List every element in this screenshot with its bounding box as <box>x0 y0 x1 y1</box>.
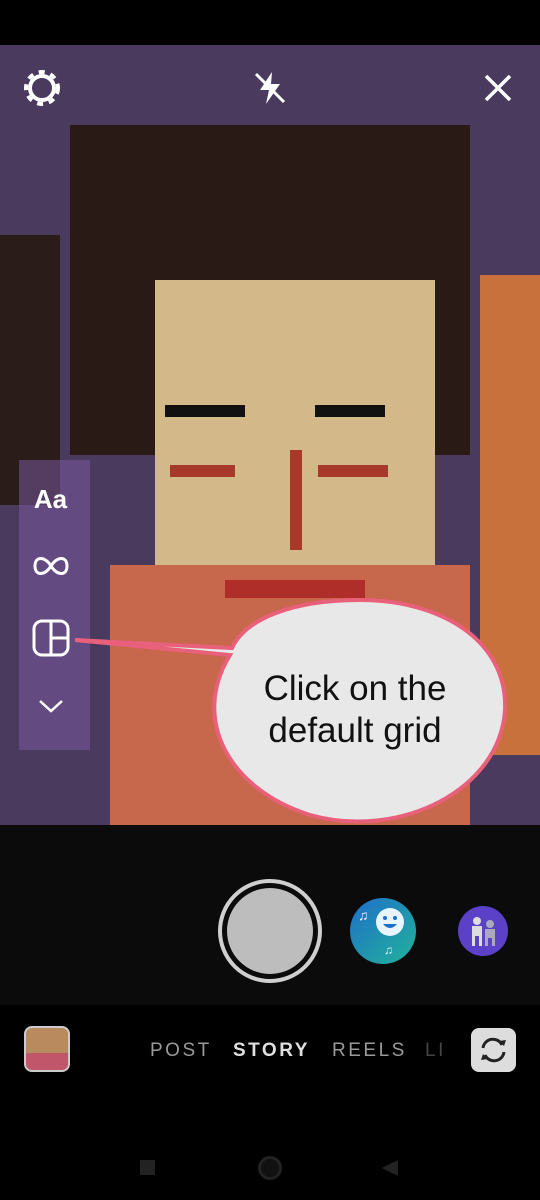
music-smile-icon[interactable]: ♫ ♫ <box>350 898 416 964</box>
circle-icon[interactable] <box>258 1156 282 1180</box>
flip-camera-icon[interactable] <box>471 1028 516 1072</box>
gallery-thumbnail[interactable] <box>24 1026 70 1072</box>
callout-bubble <box>74 597 508 824</box>
callout-text: Click on the default grid <box>230 668 480 752</box>
mode-story[interactable]: STORY <box>233 1040 310 1062</box>
square-icon[interactable] <box>140 1160 155 1175</box>
callout-line-2: default grid <box>268 711 442 750</box>
svg-text:♫: ♫ <box>358 907 369 923</box>
mode-reels[interactable]: REELS <box>332 1040 407 1062</box>
callout-line-1: Click on the <box>263 669 447 708</box>
mode-post[interactable]: POST <box>150 1040 212 1062</box>
mode-live[interactable]: LI <box>425 1040 446 1062</box>
svg-text:♫: ♫ <box>384 943 393 957</box>
shutter-button[interactable] <box>218 879 322 983</box>
dancers-icon[interactable] <box>458 906 508 956</box>
triangle-back-icon[interactable] <box>380 1158 400 1183</box>
